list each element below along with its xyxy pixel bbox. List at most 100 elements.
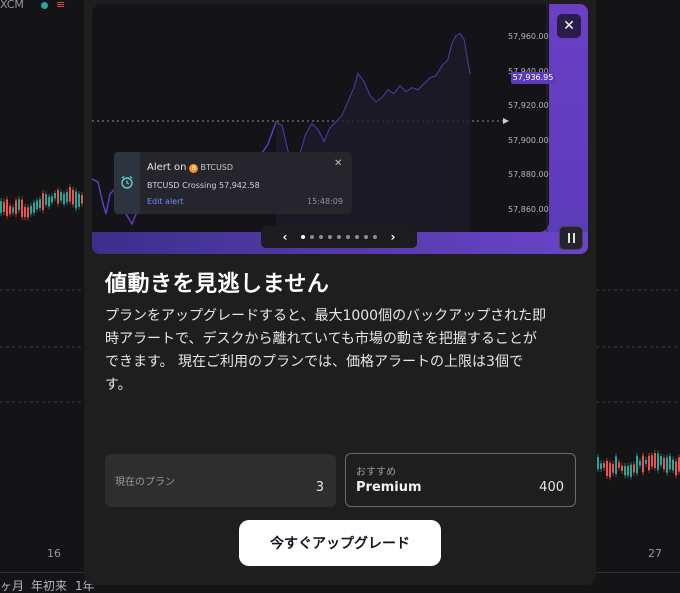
alert-notification-card: Alert on B BTCUSD BTCUSD Crossing 57,942.5… — [114, 152, 352, 214]
background-candle — [36, 200, 38, 210]
background-candle — [66, 192, 68, 203]
current-plan-alert-limit: 3 — [315, 480, 324, 495]
background-candle — [6, 199, 8, 216]
alarm-clock-icon — [121, 176, 133, 189]
current-plan-label: 現在のプラン — [115, 477, 175, 488]
market-status-dot — [41, 2, 48, 9]
background-candle — [621, 465, 623, 471]
background-candle — [615, 456, 617, 474]
background-candle — [618, 462, 620, 468]
current-plan-box: 現在のプラン 3 — [105, 454, 336, 507]
upgrade-modal: 57,960.00 57,940.00 57,920.00 57,900.00 … — [84, 0, 596, 585]
alert-close-icon[interactable]: ✕ — [334, 158, 342, 169]
carousel-dot[interactable] — [355, 235, 359, 239]
background-candle — [51, 196, 53, 203]
background-candle — [609, 462, 611, 478]
carousel-dots — [301, 235, 377, 239]
background-candle — [672, 459, 674, 471]
date-label-right: 27 — [648, 547, 662, 560]
background-candle — [0, 200, 2, 213]
background-candle — [24, 206, 26, 218]
carousel-dot[interactable] — [319, 235, 323, 239]
price-tick: 57,960.00 — [508, 32, 549, 41]
description-line: プランをアップグレードすると、最大1000個のバックアップされた即 — [105, 308, 547, 324]
date-label-left: 16 — [47, 547, 61, 560]
price-tick: 57,900.00 — [508, 136, 549, 145]
background-candle — [669, 455, 671, 470]
background-candle — [597, 457, 599, 470]
background-candle — [612, 464, 614, 473]
background-candle — [75, 191, 77, 209]
carousel-dot[interactable] — [328, 235, 332, 239]
bitcoin-icon: B — [189, 164, 199, 173]
background-candle — [603, 463, 605, 468]
modal-description: プランをアップグレードすると、最大1000個のバックアップされた即 時アラートで… — [105, 305, 575, 397]
background-candle — [630, 464, 632, 477]
background-candle — [69, 187, 71, 202]
range-button-ytd[interactable]: 年初来 — [31, 577, 67, 593]
hero-chart-panel: 57,960.00 57,940.00 57,920.00 57,900.00 … — [92, 4, 555, 232]
background-candle — [57, 190, 59, 204]
close-button[interactable]: ✕ — [557, 14, 581, 38]
carousel-next-icon[interactable]: › — [385, 230, 401, 244]
background-candle — [27, 207, 29, 218]
background-candle — [9, 205, 11, 214]
background-candle — [627, 465, 629, 476]
background-candle — [657, 453, 659, 471]
premium-plan-name: Premium — [356, 480, 422, 495]
carousel-dot[interactable] — [301, 235, 305, 239]
close-icon: ✕ — [563, 18, 575, 34]
modal-headline: 値動きを見逃しません — [105, 272, 330, 297]
alert-title: Alert on B BTCUSD — [147, 162, 233, 173]
carousel-dot[interactable] — [346, 235, 350, 239]
background-candle — [636, 455, 638, 474]
background-candle — [642, 455, 644, 473]
range-button-month[interactable]: ヶ月 — [0, 577, 24, 593]
background-candle — [42, 193, 44, 211]
carousel-controls: ‹ › — [261, 226, 417, 248]
background-candle — [660, 456, 662, 466]
price-tick: 57,920.00 — [508, 101, 549, 110]
alert-symbol: BTCUSD — [200, 163, 234, 172]
background-candle — [645, 459, 647, 464]
carousel-dot[interactable] — [337, 235, 341, 239]
background-candle — [21, 199, 23, 217]
upgrade-now-button[interactable]: 今すぐアップグレード — [239, 520, 441, 566]
edit-alert-link[interactable]: Edit alert — [147, 197, 184, 206]
price-tick: 57,880.00 — [508, 170, 549, 179]
background-candle — [60, 192, 62, 201]
background-candle — [624, 465, 626, 476]
description-line: 時アラートで、デスクから離れていても市場の動きを把握することが — [105, 331, 537, 347]
background-candle — [45, 194, 47, 205]
background-candle — [651, 455, 653, 467]
premium-plan-alert-limit: 400 — [539, 480, 564, 495]
background-candle — [33, 202, 35, 213]
premium-plan-box[interactable]: おすすめ Premium 400 — [345, 453, 576, 507]
description-line: す。 — [105, 377, 132, 393]
carousel-dot[interactable] — [364, 235, 368, 239]
carousel-dot[interactable] — [373, 235, 377, 239]
background-candle — [639, 460, 641, 466]
carousel-prev-icon[interactable]: ‹ — [277, 230, 293, 244]
background-candle — [48, 196, 50, 207]
hero-banner: 57,960.00 57,940.00 57,920.00 57,900.00 … — [92, 4, 588, 254]
background-candle — [606, 460, 608, 476]
background-candle — [663, 458, 665, 470]
background-candle — [30, 205, 32, 214]
background-candle — [63, 194, 65, 205]
menu-icon[interactable]: ≡ — [56, 0, 65, 11]
background-candle — [18, 199, 20, 211]
background-candle — [15, 200, 17, 214]
pause-icon — [567, 233, 570, 243]
alert-condition: BTCUSD Crossing 57,942.58 — [147, 181, 260, 190]
pause-button[interactable] — [559, 226, 583, 250]
background-candle — [666, 457, 668, 473]
background-candle — [39, 199, 41, 209]
background-candle — [654, 453, 656, 468]
background-candle — [675, 461, 677, 476]
background-candle — [12, 207, 14, 213]
carousel-dot[interactable] — [310, 235, 314, 239]
background-candle — [600, 463, 602, 470]
background-candle — [3, 201, 5, 213]
description-line: できます。 現在ご利用のプランでは、価格アラートの上限は3個で — [105, 354, 523, 370]
